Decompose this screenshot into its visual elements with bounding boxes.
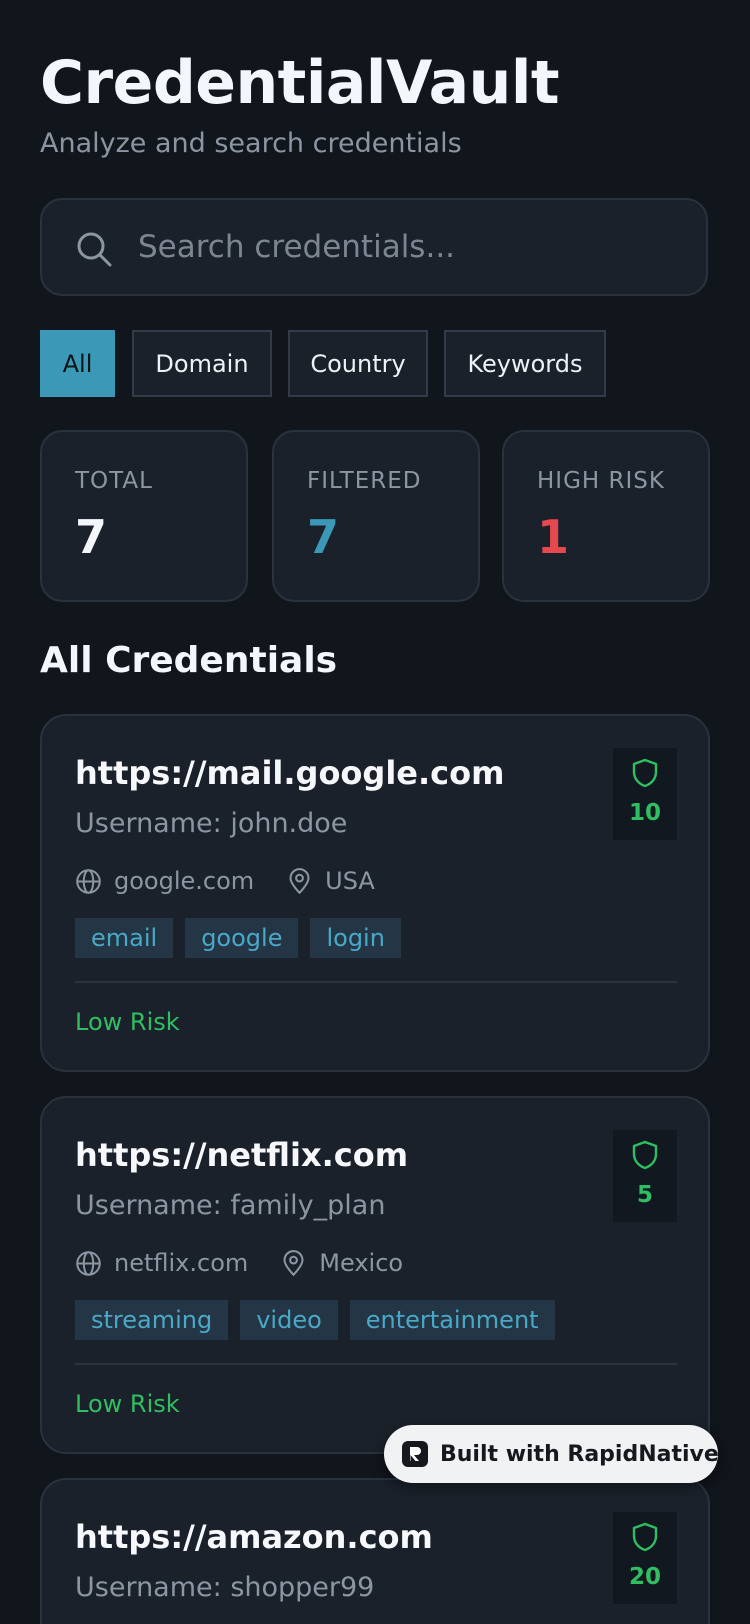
stat-value-total: 7 — [75, 510, 108, 564]
globe-icon — [76, 1250, 101, 1276]
credential-username: Username: family_plan — [75, 1190, 386, 1221]
tag-list: streaming video entertainment — [75, 1300, 555, 1340]
stat-card-high-risk: HIGH RISK 1 — [502, 430, 710, 602]
search-icon — [77, 232, 112, 267]
filter-tab-domain[interactable]: Domain — [132, 330, 272, 397]
filter-tab-country[interactable]: Country — [288, 330, 428, 397]
stat-card-total: TOTAL 7 — [40, 430, 248, 602]
stat-value-high-risk: 1 — [537, 510, 570, 564]
credential-domain: google.com — [114, 867, 255, 895]
tag[interactable]: entertainment — [349, 1300, 555, 1340]
credential-card[interactable]: https://netflix.com Username: family_pla… — [40, 1096, 710, 1454]
built-with-label: Built with RapidNative — [440, 1441, 719, 1467]
location-pin-icon — [283, 1249, 304, 1276]
risk-score: 20 — [628, 1564, 661, 1590]
risk-score: 5 — [636, 1182, 653, 1208]
globe-icon — [76, 868, 101, 894]
divider — [75, 981, 677, 983]
risk-score-badge: 5 — [613, 1130, 677, 1222]
stat-card-filtered: FILTERED 7 — [272, 430, 480, 602]
tag-list: email google login — [75, 918, 401, 958]
credential-url: https://amazon.com — [75, 1518, 433, 1556]
shield-icon — [632, 758, 658, 788]
credential-card[interactable]: https://mail.google.com Username: john.d… — [40, 714, 710, 1072]
divider — [75, 1363, 677, 1365]
search-box[interactable] — [40, 198, 708, 296]
built-with-badge[interactable]: Built with RapidNative — [384, 1425, 719, 1483]
app-title: CredentialVault — [40, 48, 560, 118]
tag[interactable]: email — [75, 918, 174, 958]
credential-url: https://netflix.com — [75, 1136, 409, 1174]
risk-score-badge: 20 — [613, 1512, 677, 1604]
risk-score: 10 — [628, 800, 661, 826]
credential-username: Username: john.doe — [75, 808, 348, 839]
filter-tab-all[interactable]: All — [40, 330, 115, 397]
tag[interactable]: google — [185, 918, 299, 958]
search-input[interactable] — [138, 222, 678, 272]
rapidnative-logo-icon — [402, 1441, 428, 1467]
stat-label: FILTERED — [307, 468, 422, 494]
credential-country: USA — [325, 867, 375, 895]
credential-country: Mexico — [319, 1249, 404, 1277]
credential-meta: google.com USA — [75, 866, 375, 896]
tag[interactable]: video — [240, 1300, 338, 1340]
app-subtitle: Analyze and search credentials — [40, 128, 462, 159]
stat-label: TOTAL — [75, 468, 153, 494]
location-pin-icon — [289, 867, 310, 894]
tag[interactable]: streaming — [75, 1300, 229, 1340]
credential-url: https://mail.google.com — [75, 754, 505, 792]
stat-label: HIGH RISK — [537, 468, 665, 494]
credential-username: Username: shopper99 — [75, 1572, 375, 1603]
shield-icon — [632, 1522, 658, 1552]
credential-domain: netflix.com — [114, 1249, 249, 1277]
shield-icon — [632, 1140, 658, 1170]
risk-label: Low Risk — [75, 1390, 180, 1418]
risk-score-badge: 10 — [613, 748, 677, 840]
credential-meta: netflix.com Mexico — [75, 1248, 403, 1278]
tag[interactable]: login — [310, 918, 401, 958]
credential-card[interactable]: https://amazon.com Username: shopper99 2… — [40, 1478, 710, 1624]
section-title: All Credentials — [40, 640, 338, 681]
stat-value-filtered: 7 — [307, 510, 340, 564]
risk-label: Low Risk — [75, 1008, 180, 1036]
filter-tab-keywords[interactable]: Keywords — [444, 330, 606, 397]
